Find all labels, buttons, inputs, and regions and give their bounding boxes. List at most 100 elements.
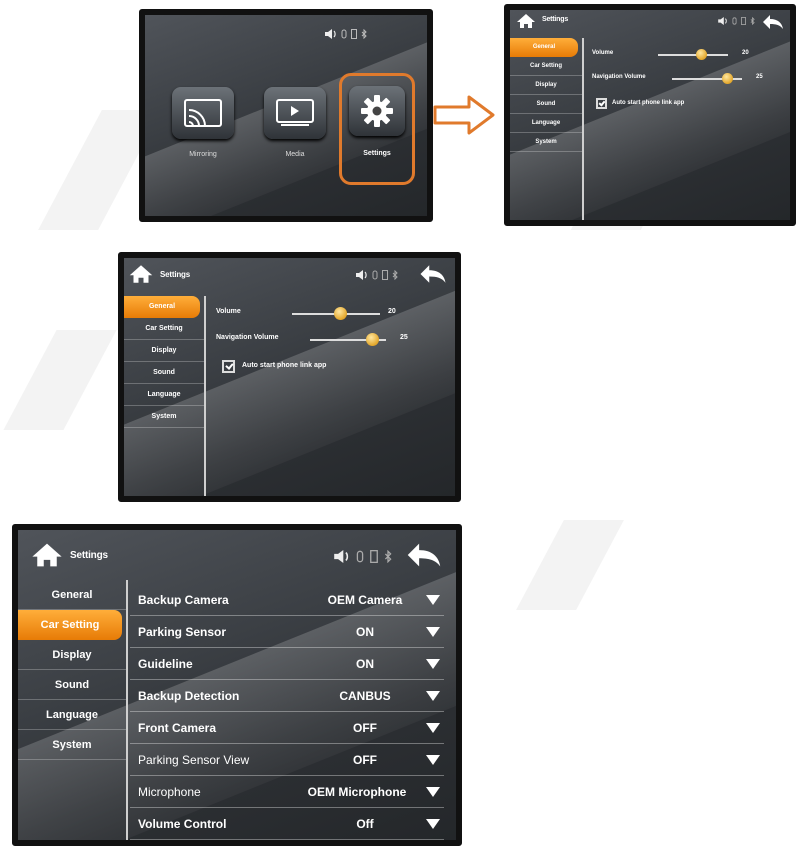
auto-start-label: Auto start phone link app (612, 100, 685, 106)
setting-row-guideline[interactable]: Guideline ON (130, 648, 444, 680)
setting-label: Parking Sensor View (138, 752, 250, 767)
app-label: Settings (363, 150, 391, 157)
setting-value: OFF (353, 752, 377, 767)
phone-icon (741, 17, 746, 25)
setting-value: OFF (353, 720, 377, 735)
page-title: Settings (160, 270, 190, 279)
app-label: Mirroring (189, 151, 217, 158)
setting-label: Volume Control (138, 816, 227, 831)
app-media[interactable]: Media (261, 87, 329, 187)
dropdown-arrow-icon[interactable] (426, 594, 440, 605)
setting-label: Microphone (138, 784, 201, 799)
media-icon (264, 87, 326, 139)
volume-slider-knob[interactable] (696, 49, 707, 60)
page-title: Settings (542, 16, 569, 23)
status-bar (334, 550, 392, 563)
back-icon[interactable] (406, 542, 442, 568)
speaker-icon (356, 270, 367, 280)
setting-row-front-camera[interactable]: Front Camera OFF (130, 712, 444, 744)
settings-general-screen-small: Settings General Car Setting Display Sou… (504, 4, 796, 226)
mirroring-icon (172, 87, 234, 139)
app-mirroring[interactable]: Mirroring (169, 87, 237, 187)
navigation-volume-value: 25 (400, 334, 408, 341)
status-bar (718, 17, 755, 25)
bluetooth-icon (392, 270, 398, 280)
phone-icon (351, 29, 357, 39)
sidebar-item-display[interactable]: Display (510, 76, 582, 95)
gear-icon (349, 86, 405, 136)
setting-row-parking-sensor-view[interactable]: Parking Sensor View OFF (130, 744, 444, 776)
app-label: Media (285, 151, 305, 158)
dropdown-arrow-icon[interactable] (426, 658, 440, 669)
dropdown-arrow-icon[interactable] (426, 690, 440, 701)
settings-general-screen: Settings General Car Setting Display Sou… (118, 252, 461, 502)
sidebar-item-system[interactable]: System (124, 406, 204, 428)
usb-icon (372, 270, 378, 280)
dropdown-arrow-icon[interactable] (426, 786, 440, 797)
sidebar-item-system[interactable]: System (510, 133, 582, 152)
home-icon[interactable] (516, 13, 536, 29)
sidebar-item-sound[interactable]: Sound (510, 95, 582, 114)
sidebar-item-general[interactable]: General (510, 38, 578, 57)
setting-row-volume-control[interactable]: Volume Control Off (130, 808, 444, 840)
app-settings[interactable]: Settings (339, 73, 415, 185)
dropdown-arrow-icon[interactable] (426, 818, 440, 829)
watermark-shape (516, 520, 624, 610)
setting-label: Guideline (138, 656, 193, 671)
volume-label: Volume (592, 50, 614, 56)
back-icon[interactable] (762, 14, 784, 30)
setting-value: ON (356, 624, 374, 639)
navigation-volume-slider-knob[interactable] (722, 73, 733, 84)
auto-start-checkbox[interactable] (596, 98, 607, 109)
setting-value: OEM Camera (327, 592, 403, 607)
auto-start-label: Auto start phone link app (242, 362, 327, 369)
navigation-volume-slider-knob[interactable] (366, 333, 379, 346)
volume-slider-track[interactable] (658, 54, 728, 56)
sidebar-item-language[interactable]: Language (124, 384, 204, 406)
sidebar-item-sound[interactable]: Sound (124, 362, 204, 384)
setting-row-microphone[interactable]: Microphone OEM Microphone (130, 776, 444, 808)
back-icon[interactable] (419, 264, 447, 284)
home-icon[interactable] (128, 264, 154, 284)
sidebar: General Car Setting Display Sound Langua… (124, 296, 206, 496)
dropdown-arrow-icon[interactable] (426, 626, 440, 637)
sidebar-item-language[interactable]: Language (18, 700, 126, 730)
home-icon[interactable] (30, 542, 64, 568)
volume-value: 20 (742, 50, 749, 56)
page-title: Settings (70, 550, 108, 561)
setting-label: Front Camera (138, 720, 217, 735)
navigation-volume-label: Navigation Volume (216, 334, 279, 341)
sidebar-item-car-setting[interactable]: Car Setting (124, 318, 204, 340)
status-bar (356, 270, 398, 280)
setting-value: OEM Microphone (307, 784, 407, 799)
setting-value: ON (356, 656, 374, 671)
setting-value: CANBUS (339, 688, 391, 703)
phone-icon (370, 550, 378, 563)
home-screen: Mirroring Media Settings (139, 9, 433, 222)
auto-start-checkbox[interactable] (222, 360, 235, 373)
sidebar-item-car-setting[interactable]: Car Setting (18, 610, 122, 640)
sidebar-item-general[interactable]: General (18, 580, 126, 610)
setting-label: Backup Detection (138, 688, 240, 703)
sidebar-item-display[interactable]: Display (18, 640, 126, 670)
setting-value: Off (356, 816, 374, 831)
usb-icon (341, 29, 347, 39)
sidebar-item-language[interactable]: Language (510, 114, 582, 133)
speaker-icon (325, 29, 336, 39)
setting-row-backup-camera[interactable]: Backup Camera OEM Camera (130, 584, 444, 616)
sidebar-item-sound[interactable]: Sound (18, 670, 126, 700)
dropdown-arrow-icon[interactable] (426, 754, 440, 765)
sidebar-item-display[interactable]: Display (124, 340, 204, 362)
dropdown-arrow-icon[interactable] (426, 722, 440, 733)
setting-row-backup-detection[interactable]: Backup Detection CANBUS (130, 680, 444, 712)
sidebar-item-system[interactable]: System (18, 730, 126, 760)
usb-icon (732, 17, 737, 25)
navigation-volume-value: 25 (756, 74, 763, 80)
bluetooth-icon (361, 29, 367, 39)
setting-row-parking-sensor[interactable]: Parking Sensor ON (130, 616, 444, 648)
sidebar-item-car-setting[interactable]: Car Setting (510, 57, 582, 76)
volume-slider-knob[interactable] (334, 307, 347, 320)
sidebar-item-general[interactable]: General (124, 296, 200, 318)
phone-icon (382, 270, 388, 280)
sidebar: General Car Setting Display Sound Langua… (510, 38, 584, 220)
